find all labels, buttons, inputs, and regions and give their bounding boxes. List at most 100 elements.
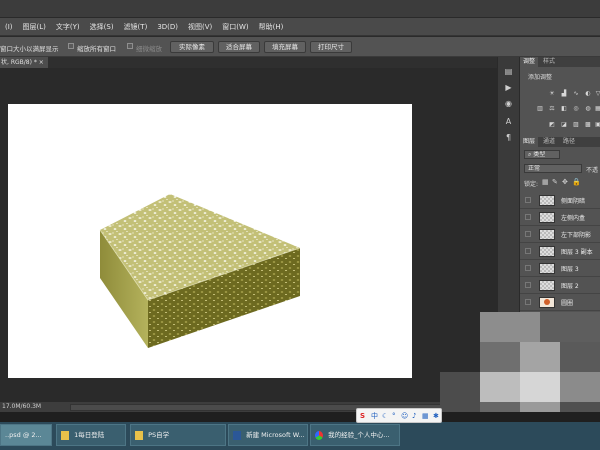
visibility-toggle[interactable]	[525, 231, 531, 237]
menu-item-3d[interactable]: 3D(D)	[152, 23, 183, 31]
zoom-all-checkbox[interactable]	[68, 43, 74, 49]
tab-adjustments[interactable]: 调整	[520, 57, 539, 67]
layer-filter-dropdown[interactable]: ⌕ 类型	[524, 150, 560, 159]
taskbar-item-label: 新建 Microsoft W...	[246, 431, 305, 439]
lock-all-icon[interactable]: 🔒	[572, 178, 581, 186]
visibility-toggle[interactable]	[525, 265, 531, 271]
search-icon: ⌕	[528, 151, 532, 158]
brightness-icon[interactable]: ☀	[548, 90, 556, 97]
ime-mode-label[interactable]: 中	[371, 411, 378, 421]
lock-paint-icon[interactable]: ✎	[552, 178, 558, 186]
layers-tabs: 图层 通道 路径	[520, 137, 600, 147]
hue-saturation-icon[interactable]: ▥	[536, 105, 544, 112]
layer-row[interactable]: 图层 3	[520, 260, 600, 277]
curves-icon[interactable]: ∿	[572, 90, 580, 97]
settings-icon[interactable]: ✱	[433, 411, 439, 421]
menu-item-type[interactable]: 文字(Y)	[51, 22, 85, 32]
layer-row[interactable]: 图层 2	[520, 277, 600, 294]
fit-screen-button[interactable]: 适合屏幕	[218, 41, 260, 53]
history-icon[interactable]: ▤	[502, 65, 515, 78]
taskbar-item-folder-ps[interactable]: PS自学	[130, 424, 226, 446]
scrubby-zoom-label[interactable]: 细微缩放	[136, 43, 162, 53]
gradient-map-icon[interactable]: ▩	[584, 121, 592, 128]
exposure-icon[interactable]: ◐	[584, 90, 592, 97]
layer-row[interactable]: 图层 3 副本	[520, 243, 600, 260]
resize-window-label[interactable]: 窗口大小以满屏显示	[0, 43, 59, 53]
character-icon[interactable]: A	[502, 115, 515, 128]
visibility-toggle[interactable]	[525, 299, 531, 305]
folder-icon	[61, 430, 69, 440]
menu-item-window[interactable]: 窗口(W)	[217, 22, 253, 32]
layer-name: 图层 3	[561, 266, 579, 273]
menu-item-layer[interactable]: 图层(L)	[18, 22, 51, 32]
document-tab[interactable]: 状, RGB/8) * ×	[0, 57, 48, 68]
taskbar-item-folder[interactable]: 1每日登陆	[56, 424, 126, 446]
actions-icon[interactable]: ▶	[502, 81, 515, 94]
moon-icon[interactable]: ☾	[382, 411, 388, 421]
paragraph-icon[interactable]: ¶	[502, 131, 515, 144]
zoom-all-label[interactable]: 缩放所有窗口	[77, 43, 116, 53]
title-bar	[0, 0, 600, 18]
posterize-icon[interactable]: ◪	[560, 121, 568, 128]
layer-name: 侧面阴暗	[561, 198, 586, 205]
circle-thumbnail-icon	[544, 299, 550, 305]
threshold-icon[interactable]: ▨	[572, 121, 580, 128]
color-lookup-icon[interactable]: ▦	[594, 105, 600, 112]
canvas-workspace	[0, 68, 497, 402]
layer-name: 左下部阴影	[561, 232, 592, 239]
print-size-button[interactable]: 打印尺寸	[310, 41, 352, 53]
menu-item-help[interactable]: 帮助(H)	[254, 22, 289, 32]
channel-mixer-icon[interactable]: ◍	[584, 105, 592, 112]
layer-row[interactable]: 圆圈	[520, 294, 600, 311]
menu-item-view[interactable]: 视图(V)	[183, 22, 217, 32]
tab-channels[interactable]: 通道	[540, 137, 558, 147]
gift-box-artwork	[99, 194, 301, 348]
taskbar-item-photoshop[interactable]: ..psd @ 2...	[0, 424, 52, 446]
visibility-toggle[interactable]	[525, 197, 531, 203]
taskbar-item-browser[interactable]: 我的经验_个人中心...	[310, 424, 400, 446]
ime-toolbar: S 中 ☾ ° ☺ ♪ ▦ ✱	[356, 408, 442, 423]
menu-item-image[interactable]: (I)	[0, 23, 18, 31]
document-canvas[interactable]	[8, 104, 412, 378]
menu-item-select[interactable]: 选择(S)	[85, 22, 119, 32]
scrubby-zoom-checkbox[interactable]	[127, 43, 133, 49]
taskbar-item-word[interactable]: 新建 Microsoft W...	[228, 424, 308, 446]
info-icon[interactable]: ◉	[502, 97, 515, 110]
layer-row[interactable]: 左下部阴影	[520, 226, 600, 243]
actual-pixels-button[interactable]: 实际像素	[170, 41, 214, 53]
lock-move-icon[interactable]: ✥	[562, 178, 568, 186]
lock-label: 锁定:	[524, 181, 539, 188]
word-icon	[233, 430, 241, 440]
invert-icon[interactable]: ◩	[548, 121, 556, 128]
microphone-icon[interactable]: ♪	[412, 411, 416, 421]
options-bar: 窗口大小以满屏显示 缩放所有窗口 细微缩放 实际像素 适合屏幕 填充屏幕 打印尺…	[0, 37, 600, 57]
emoji-icon[interactable]: ☺	[401, 411, 408, 421]
vibrance-icon[interactable]: ▽	[594, 90, 600, 97]
keyboard-icon[interactable]: ▦	[422, 411, 429, 421]
photo-filter-icon[interactable]: ◎	[572, 105, 580, 112]
document-tab-bar: 状, RGB/8) * ×	[0, 57, 497, 68]
visibility-toggle[interactable]	[525, 248, 531, 254]
color-balance-icon[interactable]: ⚖	[548, 105, 556, 112]
lock-pixels-icon[interactable]: ▦	[542, 178, 549, 186]
punctuation-icon[interactable]: °	[392, 411, 396, 421]
menu-bar: (I) 图层(L) 文字(Y) 选择(S) 滤镜(T) 3D(D) 视图(V) …	[0, 18, 600, 36]
blend-mode-dropdown[interactable]: 正常	[524, 164, 582, 173]
layer-row[interactable]: 左侧内盒	[520, 209, 600, 226]
selective-color-icon[interactable]: ▣	[594, 121, 600, 128]
visibility-toggle[interactable]	[525, 282, 531, 288]
tab-layers[interactable]: 图层	[520, 137, 539, 147]
visibility-toggle[interactable]	[525, 214, 531, 220]
sogou-icon[interactable]: S	[360, 411, 365, 421]
fill-screen-button[interactable]: 填充屏幕	[264, 41, 306, 53]
layer-row[interactable]: 侧面阴暗	[520, 192, 600, 209]
layer-filter-label: 类型	[533, 151, 546, 158]
levels-icon[interactable]: ▟	[560, 90, 568, 97]
menu-item-filter[interactable]: 滤镜(T)	[119, 22, 153, 32]
black-white-icon[interactable]: ◧	[560, 105, 568, 112]
taskbar-item-label: ..psd @ 2...	[5, 431, 42, 439]
taskbar-item-label: 1每日登陆	[74, 431, 105, 439]
tab-styles[interactable]: 样式	[540, 57, 558, 67]
tab-paths[interactable]: 路径	[560, 137, 578, 147]
close-icon[interactable]: ×	[39, 59, 44, 66]
